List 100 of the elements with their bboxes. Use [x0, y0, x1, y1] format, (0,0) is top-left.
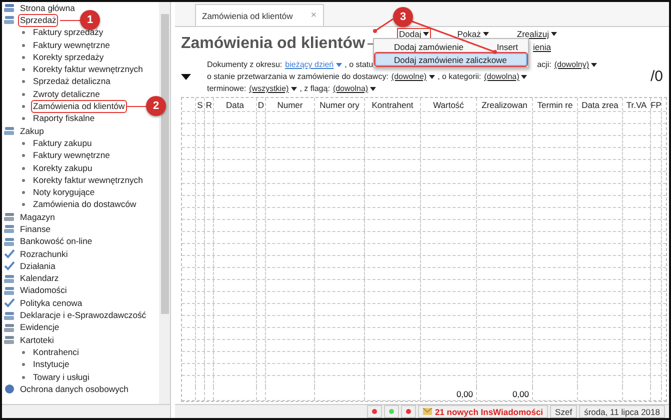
check-icon: [4, 249, 15, 260]
bullet-icon: [22, 142, 25, 145]
column-header[interactable]: D: [257, 98, 266, 111]
filter-link[interactable]: (dowolne): [391, 72, 435, 81]
nav-item[interactable]: Deklaracje i e-Sprawozdawczość: [19, 310, 148, 322]
nav-item[interactable]: Korekty faktur wewnętrznych: [32, 174, 144, 186]
column-header[interactable]: Kontrahent: [365, 98, 421, 111]
bullet-icon: [22, 117, 25, 120]
expand-triangle-icon[interactable]: [181, 74, 191, 80]
bullet-icon: [22, 350, 25, 354]
bullet-icon: [22, 203, 25, 206]
total-cell: 0,00: [477, 387, 533, 400]
filter-label: Dokumenty z okresu:: [207, 60, 282, 69]
column-header[interactable]: S: [196, 98, 205, 111]
filter-label: , o statu: [344, 60, 374, 69]
user-name: Szef: [550, 405, 578, 418]
bullet-icon: [22, 80, 25, 84]
column-header[interactable]: Wartość: [421, 98, 477, 111]
scrollbar[interactable]: [159, 2, 170, 404]
nav-item[interactable]: Wiadomości: [19, 285, 68, 296]
nav-item[interactable]: Sprzedaż detaliczna: [32, 76, 112, 88]
page-icon: [4, 3, 15, 14]
bullet-icon: [22, 92, 25, 96]
nav-item[interactable]: Magazyn: [19, 212, 56, 223]
filter-link[interactable]: (dowolna): [332, 84, 376, 93]
bullet-icon: [22, 154, 25, 158]
bullet-icon: [22, 44, 25, 47]
column-header[interactable]: Data: [214, 98, 257, 111]
current-date: środa, 11 lipca 2018: [579, 405, 665, 418]
nav-item[interactable]: Korekty zakupu: [32, 162, 94, 174]
menu-item[interactable]: Dodaj zamówienie Insert: [375, 40, 527, 53]
toolbar-link[interactable]: Pokaż: [456, 29, 490, 39]
filter-label: , o kategorii:: [438, 72, 482, 81]
column-header[interactable]: Data zrea: [578, 98, 623, 111]
nav-item[interactable]: Zwroty detaliczne: [32, 88, 101, 100]
toolbar-link[interactable]: Dodaj: [398, 29, 430, 39]
filter-label: , z flagą:: [300, 84, 330, 93]
nav-item[interactable]: Polityka cenowa: [19, 298, 84, 309]
nav-item[interactable]: Instytucje: [32, 359, 70, 370]
nav-item[interactable]: Ewidencje: [19, 322, 60, 334]
column-header[interactable]: R: [205, 98, 214, 111]
nav-item[interactable]: Raporty fiskalne: [32, 113, 96, 124]
bullet-icon: [22, 105, 25, 108]
filter-link[interactable]: ienia: [533, 42, 551, 52]
nav-item[interactable]: Faktury wewnętrzne: [32, 40, 111, 51]
nav-item[interactable]: Towary i usługi: [32, 372, 90, 383]
nav-item[interactable]: Sprzedaż: [19, 14, 58, 26]
filter-link[interactable]: (wszystkie): [249, 84, 297, 93]
menu-item[interactable]: Dodaj zamówienie zaliczkowe: [375, 53, 527, 66]
toolbar-link[interactable]: Zrealizuj: [516, 29, 558, 39]
nav-item[interactable]: Bankowość on-line: [19, 236, 94, 248]
filter-link[interactable]: (dowolny): [554, 60, 598, 69]
nav-item[interactable]: Faktury zakupu: [32, 138, 93, 149]
document-tab[interactable]: Zamówienia od klientów ×: [195, 4, 324, 26]
nav-item[interactable]: Noty korygujące: [32, 187, 96, 198]
bullet-icon: [22, 56, 25, 59]
column-header[interactable]: Numer: [266, 98, 315, 111]
column-header[interactable]: Termin re: [533, 98, 578, 111]
filter-label: acji:: [537, 60, 552, 69]
nav-item[interactable]: Kartoteki: [19, 334, 55, 346]
filter-label: o stanie przetwarzania w zamówienie do dostawcy:: [207, 72, 388, 81]
nav-item[interactable]: Zamówienia do dostawców: [32, 199, 138, 210]
nav-item[interactable]: Rozrachunki: [19, 248, 69, 260]
nav-item[interactable]: Ochrona danych osobowych: [19, 384, 130, 395]
callout-badge: 1: [80, 10, 100, 30]
bullet-icon: [22, 31, 25, 34]
bullet-icon: [22, 363, 25, 366]
column-header[interactable]: Zrealizowan: [477, 98, 533, 111]
record-count: /0: [650, 68, 663, 85]
bullet-icon: [22, 166, 25, 170]
nav-item[interactable]: Zamówienia od klientów: [32, 101, 126, 112]
column-header[interactable]: Numer ory: [315, 98, 365, 111]
nav-item[interactable]: Działania: [19, 260, 56, 272]
total-cell: 0,00: [421, 387, 477, 400]
bullet-icon: [22, 191, 25, 194]
column-header[interactable]: Tr.VA: [623, 98, 651, 111]
callout-badge: 2: [146, 96, 166, 116]
check-icon: [4, 261, 15, 272]
filter-link[interactable]: (dowolna): [484, 72, 528, 81]
filter-label: terminowe:: [207, 84, 246, 93]
nav-item[interactable]: Strona główna: [19, 2, 76, 14]
nav-item[interactable]: Faktury wewnętrzne: [32, 150, 111, 162]
bullet-icon: [22, 178, 25, 182]
nav-item[interactable]: Finanse: [19, 224, 52, 235]
nav-item[interactable]: Kalendarz: [19, 273, 60, 284]
leader-line: [60, 20, 82, 22]
page-title[interactable]: Zamówienia od klientów: [181, 35, 374, 53]
column-header[interactable]: FP: [651, 98, 662, 111]
nav-item[interactable]: Korekty faktur wewnętrznych: [32, 64, 144, 76]
filter-link[interactable]: bieżący dzień: [285, 60, 342, 69]
bullet-icon: [22, 68, 25, 72]
nav-item[interactable]: Kontrahenci: [32, 346, 80, 358]
check-icon: [4, 298, 15, 308]
nav-item[interactable]: Zakup: [19, 126, 45, 137]
horizontal-scrollbar[interactable]: [2, 404, 170, 418]
shield-icon: [4, 384, 15, 394]
nav-item[interactable]: Korekty sprzedaży: [32, 52, 105, 63]
leader-line: [126, 106, 148, 108]
envelope-icon[interactable]: [422, 408, 432, 415]
bullet-icon: [22, 376, 25, 379]
